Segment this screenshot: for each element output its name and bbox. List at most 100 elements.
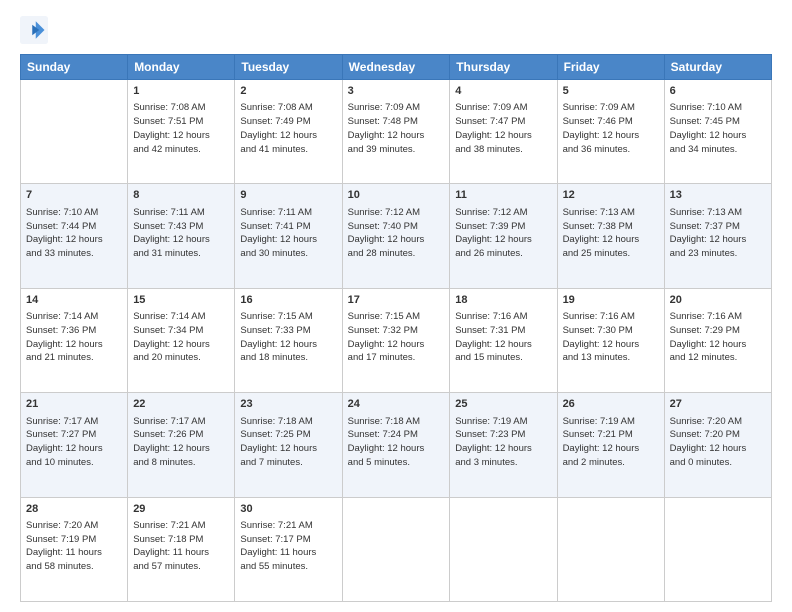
calendar-table: SundayMondayTuesdayWednesdayThursdayFrid… bbox=[20, 54, 772, 602]
cell-date-number: 28 bbox=[26, 502, 122, 517]
cell-date-number: 15 bbox=[133, 293, 229, 308]
week-row-5: 28 Sunrise: 7:20 AMSunset: 7:19 PMDayligh… bbox=[21, 497, 772, 601]
cell-date-number: 12 bbox=[563, 188, 659, 203]
col-header-tuesday: Tuesday bbox=[235, 55, 342, 80]
cell-date-number: 13 bbox=[670, 188, 766, 203]
cell-info-text: Sunrise: 7:17 AMSunset: 7:27 PMDaylight:… bbox=[26, 415, 122, 470]
calendar-cell: 20 Sunrise: 7:16 AMSunset: 7:29 PMDayligh… bbox=[664, 288, 771, 392]
calendar-cell: 6 Sunrise: 7:10 AMSunset: 7:45 PMDaylight… bbox=[664, 80, 771, 184]
cell-date-number: 30 bbox=[240, 502, 336, 517]
calendar-cell: 10 Sunrise: 7:12 AMSunset: 7:40 PMDayligh… bbox=[342, 184, 450, 288]
calendar-cell: 8 Sunrise: 7:11 AMSunset: 7:43 PMDaylight… bbox=[128, 184, 235, 288]
cell-info-text: Sunrise: 7:16 AMSunset: 7:31 PMDaylight:… bbox=[455, 310, 551, 365]
cell-date-number: 3 bbox=[348, 84, 445, 99]
cell-info-text: Sunrise: 7:20 AMSunset: 7:19 PMDaylight:… bbox=[26, 519, 122, 574]
cell-info-text: Sunrise: 7:16 AMSunset: 7:29 PMDaylight:… bbox=[670, 310, 766, 365]
calendar-cell: 25Sunrise: 7:19 AMSunset: 7:23 PMDayligh… bbox=[450, 393, 557, 497]
calendar-cell: 22Sunrise: 7:17 AMSunset: 7:26 PMDayligh… bbox=[128, 393, 235, 497]
cell-date-number: 6 bbox=[670, 84, 766, 99]
calendar-cell bbox=[342, 497, 450, 601]
cell-date-number: 29 bbox=[133, 502, 229, 517]
cell-date-number: 8 bbox=[133, 188, 229, 203]
cell-info-text: Sunrise: 7:12 AMSunset: 7:40 PMDaylight:… bbox=[348, 206, 445, 261]
cell-info-text: Sunrise: 7:11 AMSunset: 7:41 PMDaylight:… bbox=[240, 206, 336, 261]
cell-date-number: 4 bbox=[455, 84, 551, 99]
cell-info-text: Sunrise: 7:21 AMSunset: 7:17 PMDaylight:… bbox=[240, 519, 336, 574]
cell-date-number: 9 bbox=[240, 188, 336, 203]
cell-info-text: Sunrise: 7:08 AMSunset: 7:51 PMDaylight:… bbox=[133, 101, 229, 156]
cell-date-number: 21 bbox=[26, 397, 122, 412]
calendar-cell bbox=[557, 497, 664, 601]
calendar-cell: 24Sunrise: 7:18 AMSunset: 7:24 PMDayligh… bbox=[342, 393, 450, 497]
calendar-cell: 16 Sunrise: 7:15 AMSunset: 7:33 PMDayligh… bbox=[235, 288, 342, 392]
calendar-cell: 11 Sunrise: 7:12 AMSunset: 7:39 PMDayligh… bbox=[450, 184, 557, 288]
logo bbox=[20, 16, 52, 44]
calendar-cell: 28 Sunrise: 7:20 AMSunset: 7:19 PMDayligh… bbox=[21, 497, 128, 601]
calendar-body: 1Sunrise: 7:08 AMSunset: 7:51 PMDaylight… bbox=[21, 80, 772, 602]
calendar-cell bbox=[450, 497, 557, 601]
calendar-cell: 13 Sunrise: 7:13 AMSunset: 7:37 PMDayligh… bbox=[664, 184, 771, 288]
calendar-header: SundayMondayTuesdayWednesdayThursdayFrid… bbox=[21, 55, 772, 80]
cell-info-text: Sunrise: 7:21 AMSunset: 7:18 PMDaylight:… bbox=[133, 519, 229, 574]
cell-date-number: 25 bbox=[455, 397, 551, 412]
calendar-cell: 4 Sunrise: 7:09 AMSunset: 7:47 PMDaylight… bbox=[450, 80, 557, 184]
cell-info-text: Sunrise: 7:18 AMSunset: 7:25 PMDaylight:… bbox=[240, 415, 336, 470]
cell-date-number: 5 bbox=[563, 84, 659, 99]
calendar-cell: 2 Sunrise: 7:08 AMSunset: 7:49 PMDaylight… bbox=[235, 80, 342, 184]
cell-info-text: Sunrise: 7:18 AMSunset: 7:24 PMDaylight:… bbox=[348, 415, 445, 470]
calendar-cell: 3 Sunrise: 7:09 AMSunset: 7:48 PMDaylight… bbox=[342, 80, 450, 184]
logo-icon bbox=[20, 16, 48, 44]
cell-info-text: Sunrise: 7:09 AMSunset: 7:46 PMDaylight:… bbox=[563, 101, 659, 156]
cell-info-text: Sunrise: 7:11 AMSunset: 7:43 PMDaylight:… bbox=[133, 206, 229, 261]
calendar-cell bbox=[21, 80, 128, 184]
week-row-2: 7 Sunrise: 7:10 AMSunset: 7:44 PMDaylight… bbox=[21, 184, 772, 288]
cell-info-text: Sunrise: 7:15 AMSunset: 7:33 PMDaylight:… bbox=[240, 310, 336, 365]
cell-info-text: Sunrise: 7:15 AMSunset: 7:32 PMDaylight:… bbox=[348, 310, 445, 365]
cell-info-text: Sunrise: 7:08 AMSunset: 7:49 PMDaylight:… bbox=[240, 101, 336, 156]
calendar-cell: 29 Sunrise: 7:21 AMSunset: 7:18 PMDayligh… bbox=[128, 497, 235, 601]
cell-info-text: Sunrise: 7:13 AMSunset: 7:37 PMDaylight:… bbox=[670, 206, 766, 261]
week-row-1: 1Sunrise: 7:08 AMSunset: 7:51 PMDaylight… bbox=[21, 80, 772, 184]
calendar-cell: 30 Sunrise: 7:21 AMSunset: 7:17 PMDayligh… bbox=[235, 497, 342, 601]
cell-info-text: Sunrise: 7:10 AMSunset: 7:45 PMDaylight:… bbox=[670, 101, 766, 156]
cell-info-text: Sunrise: 7:19 AMSunset: 7:21 PMDaylight:… bbox=[563, 415, 659, 470]
cell-date-number: 18 bbox=[455, 293, 551, 308]
cell-info-text: Sunrise: 7:09 AMSunset: 7:47 PMDaylight:… bbox=[455, 101, 551, 156]
cell-date-number: 10 bbox=[348, 188, 445, 203]
calendar-cell: 18 Sunrise: 7:16 AMSunset: 7:31 PMDayligh… bbox=[450, 288, 557, 392]
calendar-cell: 9 Sunrise: 7:11 AMSunset: 7:41 PMDaylight… bbox=[235, 184, 342, 288]
calendar-cell: 21 Sunrise: 7:17 AMSunset: 7:27 PMDayligh… bbox=[21, 393, 128, 497]
cell-info-text: Sunrise: 7:10 AMSunset: 7:44 PMDaylight:… bbox=[26, 206, 122, 261]
calendar-cell: 5 Sunrise: 7:09 AMSunset: 7:46 PMDaylight… bbox=[557, 80, 664, 184]
calendar-cell: 14Sunrise: 7:14 AMSunset: 7:36 PMDayligh… bbox=[21, 288, 128, 392]
cell-date-number: 22 bbox=[133, 397, 229, 412]
col-header-sunday: Sunday bbox=[21, 55, 128, 80]
cell-date-number: 11 bbox=[455, 188, 551, 203]
col-header-thursday: Thursday bbox=[450, 55, 557, 80]
calendar-cell: 15Sunrise: 7:14 AMSunset: 7:34 PMDayligh… bbox=[128, 288, 235, 392]
cell-date-number: 23 bbox=[240, 397, 336, 412]
col-header-friday: Friday bbox=[557, 55, 664, 80]
col-header-saturday: Saturday bbox=[664, 55, 771, 80]
cell-date-number: 7 bbox=[26, 188, 122, 203]
calendar-cell: 1Sunrise: 7:08 AMSunset: 7:51 PMDaylight… bbox=[128, 80, 235, 184]
cell-date-number: 26 bbox=[563, 397, 659, 412]
col-header-wednesday: Wednesday bbox=[342, 55, 450, 80]
page: SundayMondayTuesdayWednesdayThursdayFrid… bbox=[0, 0, 792, 612]
calendar-cell: 12Sunrise: 7:13 AMSunset: 7:38 PMDayligh… bbox=[557, 184, 664, 288]
calendar-cell: 7 Sunrise: 7:10 AMSunset: 7:44 PMDaylight… bbox=[21, 184, 128, 288]
calendar-cell: 17 Sunrise: 7:15 AMSunset: 7:32 PMDayligh… bbox=[342, 288, 450, 392]
week-row-3: 14Sunrise: 7:14 AMSunset: 7:36 PMDayligh… bbox=[21, 288, 772, 392]
cell-date-number: 2 bbox=[240, 84, 336, 99]
cell-date-number: 17 bbox=[348, 293, 445, 308]
cell-info-text: Sunrise: 7:16 AMSunset: 7:30 PMDaylight:… bbox=[563, 310, 659, 365]
calendar-cell: 19 Sunrise: 7:16 AMSunset: 7:30 PMDayligh… bbox=[557, 288, 664, 392]
cell-info-text: Sunrise: 7:09 AMSunset: 7:48 PMDaylight:… bbox=[348, 101, 445, 156]
cell-date-number: 20 bbox=[670, 293, 766, 308]
calendar-cell: 27Sunrise: 7:20 AMSunset: 7:20 PMDayligh… bbox=[664, 393, 771, 497]
cell-date-number: 19 bbox=[563, 293, 659, 308]
cell-date-number: 16 bbox=[240, 293, 336, 308]
cell-date-number: 14 bbox=[26, 293, 122, 308]
cell-info-text: Sunrise: 7:12 AMSunset: 7:39 PMDaylight:… bbox=[455, 206, 551, 261]
week-row-4: 21 Sunrise: 7:17 AMSunset: 7:27 PMDayligh… bbox=[21, 393, 772, 497]
